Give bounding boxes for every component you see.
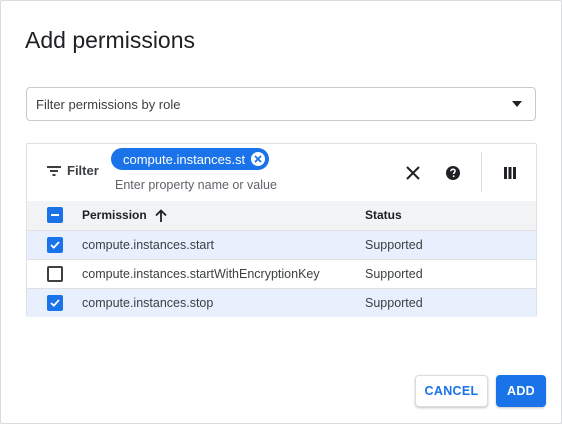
status-cell: Supported [365,266,423,281]
help-icon [446,166,460,180]
permission-cell: compute.instances.stop [82,295,214,310]
filter-icon [47,165,61,176]
row-checkbox[interactable] [47,294,63,311]
filter-button[interactable]: Filter [47,163,99,178]
status-column-header[interactable]: Status [364,201,536,230]
role-filter-placeholder: Filter permissions by role [36,96,181,112]
add-button[interactable]: ADD [496,375,546,407]
table-row[interactable]: compute.instances.startWithEncryptionKey… [27,259,536,288]
table-row[interactable]: compute.instances.start Supported [27,230,536,259]
column-display-icon [504,167,516,179]
permissions-table-panel: Filter compute.instances.st Enter proper… [26,143,537,317]
indeterminate-icon [51,214,59,217]
help-button[interactable] [441,161,465,185]
add-permissions-dialog: Add permissions Filter permissions by ro… [0,0,562,424]
checkmark-icon [50,240,60,249]
arrow-drop-down-icon [512,101,522,107]
select-all-checkbox[interactable] [47,207,63,224]
filter-bar: Filter compute.instances.st [27,144,536,202]
permission-cell: compute.instances.start [82,237,215,252]
filter-label: Filter [67,163,99,178]
table-header-row: Permission Status [27,201,536,230]
status-cell: Supported [365,295,423,310]
row-checkbox[interactable] [47,236,63,253]
permission-cell: compute.instances.startWithEncryptionKey [82,266,320,281]
filter-chip-text: compute.instances.st [123,151,246,167]
permission-header-label: Permission [82,208,147,223]
cancel-button[interactable]: CANCEL [415,375,488,407]
status-cell: Supported [365,237,423,252]
filter-input[interactable] [115,176,375,194]
chip-remove-icon[interactable] [251,152,266,166]
role-filter-select[interactable]: Filter permissions by role [26,87,536,121]
sort-ascending-icon [155,208,167,222]
checkmark-icon [50,299,60,307]
row-checkbox[interactable] [47,265,63,282]
dialog-title: Add permissions [25,27,196,53]
table-row[interactable]: compute.instances.stop Supported [27,288,536,317]
toolbar-divider [481,152,482,192]
clear-filter-button[interactable] [401,161,425,185]
filter-chip[interactable]: compute.instances.st [111,148,270,170]
permission-column-header[interactable]: Permission [82,208,167,222]
close-icon [406,166,420,180]
permissions-table: Permission Status compute.instances.star… [27,201,536,317]
column-display-button[interactable] [498,161,522,185]
